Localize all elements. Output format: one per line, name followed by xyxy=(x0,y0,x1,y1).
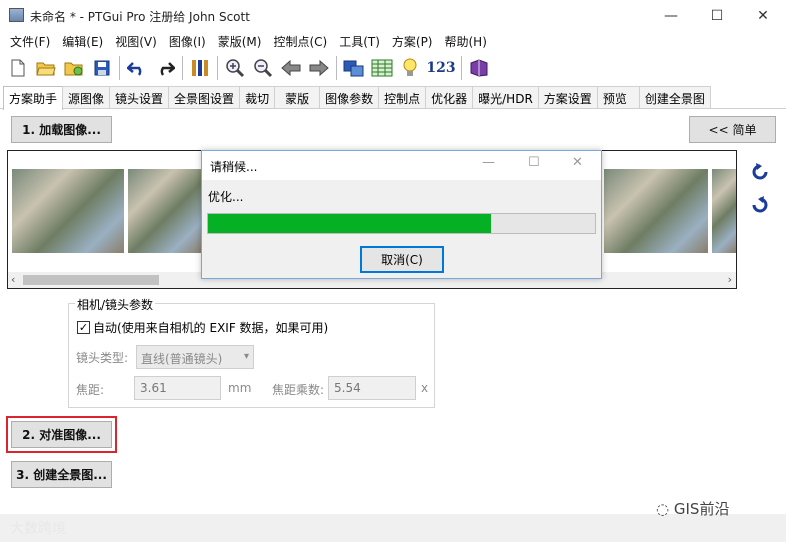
menu-tools[interactable]: 工具(T) xyxy=(333,31,386,51)
watermark-right: ◌ GIS前沿 xyxy=(656,498,729,519)
menu-file[interactable]: 文件(F) xyxy=(4,31,56,51)
control-point-numbers-button[interactable]: 123 xyxy=(424,54,458,82)
focal-length-field[interactable]: 3.61 xyxy=(134,376,221,400)
menu-help[interactable]: 帮助(H) xyxy=(439,31,493,51)
lens-type-label: 镜头类型: xyxy=(76,351,129,365)
dialog-message: 优化... xyxy=(208,190,244,204)
window-title: 未命名 * - PTGui Pro 注册给 John Scott xyxy=(30,10,250,24)
rotate-left-icon[interactable] xyxy=(750,162,770,187)
help-book-icon[interactable] xyxy=(465,54,493,82)
wechat-icon: ◌ xyxy=(656,500,670,518)
highlight-frame xyxy=(6,416,117,453)
tab-project-assistant[interactable]: 方案助手 xyxy=(3,86,64,110)
menu-mask[interactable]: 蒙版(M) xyxy=(212,31,268,51)
auto-exif-checkbox[interactable]: ✓ xyxy=(77,321,90,334)
dialog-body: 优化... 取消(C) xyxy=(202,180,601,278)
progress-bar-fill xyxy=(208,214,491,233)
watermark-left-text: 大数跨境 xyxy=(10,521,66,537)
focal-multiplier-unit: x xyxy=(421,381,429,395)
thumbnail-image[interactable] xyxy=(712,169,736,253)
scroll-left-icon[interactable]: ‹ xyxy=(11,273,15,286)
auto-exif-checkbox-row[interactable]: ✓ 自动(使用来自相机的 EXIF 数据，如果可用) xyxy=(77,319,328,336)
new-file-icon[interactable] xyxy=(4,54,32,82)
load-images-button[interactable]: 1. 加载图像... xyxy=(11,116,112,143)
number-label: 123 xyxy=(426,59,456,76)
toolbar-separator xyxy=(217,55,218,80)
tab-image-parameters[interactable]: 图像参数 xyxy=(319,86,380,108)
tab-project-settings[interactable]: 方案设置 xyxy=(537,86,598,108)
app-icon xyxy=(9,8,24,22)
menu-bar: 文件(F) 编辑(E) 视图(V) 图像(I) 蒙版(M) 控制点(C) 工具(… xyxy=(0,31,786,51)
menu-control-points[interactable]: 控制点(C) xyxy=(267,31,333,51)
redo-icon[interactable] xyxy=(151,54,179,82)
create-panorama-button[interactable]: 3. 创建全景图... xyxy=(11,461,112,488)
menu-view[interactable]: 视图(V) xyxy=(109,31,163,51)
progress-dialog: 请稍候... — ☐ ✕ 优化... 取消(C) xyxy=(201,150,602,279)
focal-length-unit: mm xyxy=(228,381,252,395)
simple-mode-button[interactable]: << 简单 xyxy=(689,116,776,143)
close-button[interactable]: ✕ xyxy=(740,0,786,31)
group-legend: 相机/镜头参数 xyxy=(75,296,156,313)
menu-edit[interactable]: 编辑(E) xyxy=(56,31,109,51)
lightbulb-icon[interactable] xyxy=(396,54,424,82)
toolbar-separator xyxy=(182,55,183,80)
maximize-button[interactable]: ☐ xyxy=(694,0,740,31)
zoom-in-icon[interactable] xyxy=(221,54,249,82)
tab-optimizer[interactable]: 优化器 xyxy=(425,86,474,108)
lens-type-select[interactable]: 直线(普通镜头) ▾ xyxy=(136,345,254,369)
dialog-maximize-icon: ☐ xyxy=(528,155,540,170)
chevron-down-icon: ▾ xyxy=(243,351,249,362)
focal-multiplier-field[interactable]: 5.54 xyxy=(328,376,416,400)
open-recent-icon[interactable] xyxy=(60,54,88,82)
cancel-button[interactable]: 取消(C) xyxy=(360,246,444,273)
toolbar-separator xyxy=(336,55,337,80)
scroll-right-icon[interactable]: › xyxy=(728,273,732,286)
progress-bar xyxy=(207,213,596,234)
dialog-title: 请稍候... xyxy=(210,160,258,174)
tab-crop[interactable]: 裁切 xyxy=(239,86,276,108)
tab-preview[interactable]: 预览 xyxy=(596,86,640,108)
lens-type-value: 直线(普通镜头) xyxy=(141,352,223,366)
thumbnail-image[interactable] xyxy=(128,169,202,253)
arrow-left-icon[interactable] xyxy=(277,54,305,82)
panorama-editor-icon[interactable] xyxy=(340,54,368,82)
tab-bar: 方案助手 源图像 镜头设置 全景图设置 裁切 蒙版 图像参数 控制点 优化器 曝… xyxy=(0,86,786,110)
table-icon[interactable] xyxy=(368,54,396,82)
scrollbar-thumb[interactable] xyxy=(23,275,159,285)
title-bar: 未命名 * - PTGui Pro 注册给 John Scott — ☐ ✕ xyxy=(0,0,786,31)
save-icon[interactable] xyxy=(88,54,116,82)
tab-lens-settings[interactable]: 镜头设置 xyxy=(109,86,170,108)
tab-source-images[interactable]: 源图像 xyxy=(62,86,111,108)
thumbnail-image[interactable] xyxy=(12,169,124,253)
open-folder-icon[interactable] xyxy=(32,54,60,82)
focal-length-label: 焦距: xyxy=(76,383,105,397)
menu-image[interactable]: 图像(I) xyxy=(163,31,212,51)
tab-mask[interactable]: 蒙版 xyxy=(274,86,321,108)
thumbnail-image[interactable] xyxy=(604,169,708,253)
tab-create-panorama[interactable]: 创建全景图 xyxy=(638,86,711,108)
camera-lens-group: 相机/镜头参数 ✓ 自动(使用来自相机的 EXIF 数据，如果可用) 镜头类型:… xyxy=(68,296,435,408)
watermark-left: 大数跨境 xyxy=(10,518,66,538)
tab-exposure-hdr[interactable]: 曝光/HDR xyxy=(472,86,539,108)
dialog-close-icon: ✕ xyxy=(572,155,583,170)
tab-control-points[interactable]: 控制点 xyxy=(378,86,427,108)
menu-project[interactable]: 方案(P) xyxy=(386,31,439,51)
focal-multiplier-label: 焦距乘数: xyxy=(272,383,325,397)
minimize-button[interactable]: — xyxy=(648,0,694,31)
toolbar: 123 xyxy=(0,51,786,84)
toolbar-separator xyxy=(119,55,120,80)
zoom-out-icon[interactable] xyxy=(249,54,277,82)
dialog-minimize-icon: — xyxy=(482,155,495,170)
arrow-right-icon[interactable] xyxy=(305,54,333,82)
tools-icon[interactable] xyxy=(186,54,214,82)
toolbar-separator xyxy=(461,55,462,80)
undo-icon[interactable] xyxy=(123,54,151,82)
watermark-right-text: GIS前沿 xyxy=(673,500,730,518)
auto-exif-label: 自动(使用来自相机的 EXIF 数据，如果可用) xyxy=(93,321,329,335)
tab-panorama-settings[interactable]: 全景图设置 xyxy=(168,86,241,108)
rotate-right-icon[interactable] xyxy=(750,195,770,220)
